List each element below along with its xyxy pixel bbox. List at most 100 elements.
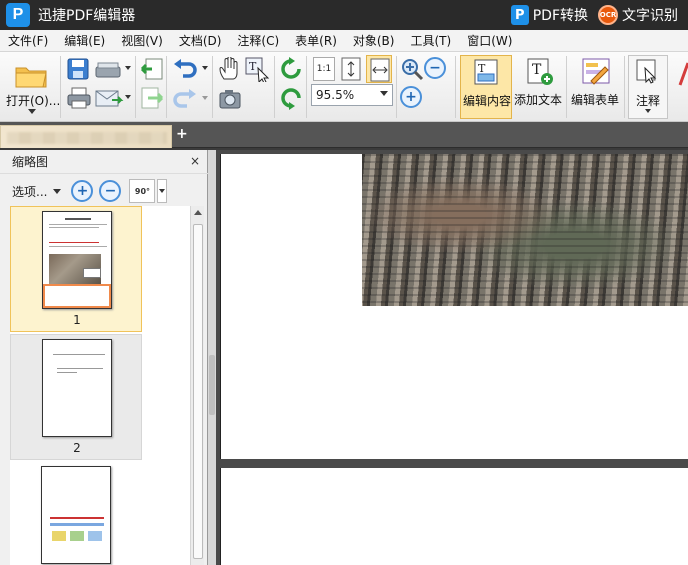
annotate-button[interactable]: 注释	[628, 55, 668, 119]
document-tab[interactable]	[0, 125, 172, 148]
open-label: 打开(O)...	[6, 94, 61, 108]
import-icon[interactable]	[140, 57, 164, 83]
thumb-zoom-out-button[interactable]: −	[99, 180, 122, 202]
menu-document[interactable]: 文档(D)	[171, 32, 230, 49]
thumbnail-image	[42, 211, 112, 309]
pdf-convert-label: PDF转换	[532, 8, 588, 24]
thumbnail-page-2[interactable]: 2	[10, 334, 142, 460]
email-icon[interactable]	[94, 86, 124, 110]
scanner-icon[interactable]	[94, 57, 124, 81]
pdf-convert-icon: P	[510, 5, 529, 25]
annotate-dropdown-caret[interactable]	[645, 109, 651, 113]
scanner-dropdown-caret[interactable]	[125, 66, 131, 70]
fit-width-icon	[370, 58, 390, 82]
menu-tools[interactable]: 工具(T)	[402, 32, 459, 49]
edit-form-icon	[582, 58, 610, 85]
undo-icon[interactable]	[172, 58, 198, 80]
thumbnail-page-1[interactable]: 1	[10, 206, 142, 332]
export-icon[interactable]	[140, 86, 164, 112]
edit-content-button[interactable]: T 编辑内容	[460, 55, 512, 119]
panel-close-icon[interactable]: ×	[190, 154, 200, 168]
menu-comment[interactable]: 注释(C)	[229, 32, 287, 49]
save-icon[interactable]	[66, 57, 90, 81]
rotate-90-icon: 90°	[134, 186, 151, 196]
photo-texture	[362, 154, 688, 306]
menu-object[interactable]: 对象(B)	[345, 32, 403, 49]
measure-button-partial[interactable]	[674, 55, 688, 119]
fit-width-button[interactable]	[366, 55, 392, 83]
email-dropdown-caret[interactable]	[125, 95, 131, 99]
app-logo-icon: P	[6, 3, 30, 27]
actual-size-label: 1:1	[316, 64, 332, 74]
zoom-in-button[interactable]: +	[400, 86, 422, 108]
new-tab-button[interactable]: +	[176, 126, 188, 142]
select-text-icon[interactable]: T	[244, 56, 270, 82]
add-text-button[interactable]: T 添加文本	[514, 55, 566, 119]
scroll-thumb[interactable]	[193, 224, 203, 559]
add-text-icon: T	[527, 58, 553, 85]
rotate-page-button[interactable]: 90°	[129, 179, 156, 203]
zoom-in-icon: +	[405, 89, 417, 105]
add-text-label: 添加文本	[514, 93, 563, 107]
thumbnail-panel-title: 缩略图	[12, 155, 49, 169]
folder-icon	[15, 67, 47, 88]
zoom-out-icon: −	[429, 60, 441, 76]
pdf-convert-button[interactable]: P PDF转换	[510, 5, 588, 25]
menu-form[interactable]: 表单(R)	[287, 32, 345, 49]
thumbnail-page-number: 1	[73, 313, 81, 327]
open-button[interactable]: 打开(O)...	[4, 56, 61, 118]
annotate-icon	[636, 59, 657, 84]
edit-content-label: 编辑内容	[463, 94, 512, 108]
hand-tool-icon[interactable]	[218, 57, 240, 81]
document-viewport[interactable]	[216, 150, 688, 565]
thumb-zoom-in-button[interactable]: +	[71, 180, 94, 202]
svg-text:T: T	[478, 62, 486, 75]
plus-icon: +	[76, 183, 89, 199]
svg-text:T: T	[532, 62, 542, 78]
document-tab-strip: +	[0, 122, 688, 148]
edit-form-button[interactable]: 编辑表单	[569, 55, 623, 119]
svg-text:T: T	[249, 60, 257, 73]
fit-page-icon[interactable]	[339, 56, 363, 82]
options-caret-icon[interactable]	[53, 188, 62, 194]
zoom-out-button[interactable]: −	[424, 57, 446, 79]
annotate-label: 注释	[636, 94, 661, 108]
thumbnail-list[interactable]: 1 2 3	[10, 206, 190, 565]
title-bar: P 迅捷PDF编辑器 P PDF转换 OCR 文字识别	[0, 0, 688, 30]
undo-dropdown-caret[interactable]	[202, 66, 208, 70]
menu-window[interactable]: 窗口(W)	[459, 32, 520, 49]
zoom-select[interactable]: 95.5%	[311, 84, 393, 106]
redo-icon[interactable]	[172, 88, 198, 110]
menu-view[interactable]: 视图(V)	[113, 32, 171, 49]
actual-size-button[interactable]: 1:1	[313, 57, 335, 81]
splitter-grip[interactable]	[209, 355, 215, 415]
open-dropdown-caret[interactable]	[28, 109, 36, 114]
panel-splitter[interactable]	[208, 150, 216, 565]
thumbnail-image	[41, 466, 111, 564]
thumbnail-toolbar: 选项... + − 90°	[0, 176, 208, 206]
scroll-up-arrow-icon[interactable]	[194, 210, 202, 215]
edit-content-icon: T	[474, 59, 498, 85]
options-menu[interactable]: 选项...	[12, 183, 47, 200]
document-page-1[interactable]	[220, 154, 688, 459]
thumbnail-page-3[interactable]: 3	[10, 462, 142, 565]
menu-edit[interactable]: 编辑(E)	[56, 32, 113, 49]
toolbar: 打开(O)... T 1:1 95.5% − + T 编辑内容 T 添加文本 编…	[0, 52, 688, 122]
document-photo[interactable]	[362, 154, 688, 306]
ocr-button[interactable]: OCR 文字识别	[598, 5, 678, 25]
print-icon[interactable]	[66, 86, 92, 110]
zoom-tool-icon[interactable]	[400, 57, 426, 81]
document-page-2[interactable]	[220, 468, 688, 565]
rotate-counterclockwise-icon[interactable]	[279, 86, 303, 110]
rotate-clockwise-icon[interactable]	[279, 57, 303, 81]
document-tab-title-redacted	[7, 132, 167, 144]
rotate-dropdown-caret[interactable]	[157, 179, 168, 203]
menu-bar: 文件(F) 编辑(E) 视图(V) 文档(D) 注释(C) 表单(R) 对象(B…	[0, 30, 688, 52]
app-title: 迅捷PDF编辑器	[38, 8, 136, 24]
thumbnail-panel-header: 缩略图 ×	[0, 150, 208, 174]
menu-file[interactable]: 文件(F)	[0, 32, 56, 49]
snapshot-icon[interactable]	[218, 88, 242, 110]
thumbnail-scrollbar[interactable]	[190, 206, 204, 565]
measure-icon	[678, 62, 688, 86]
redo-dropdown-caret[interactable]	[202, 96, 208, 100]
